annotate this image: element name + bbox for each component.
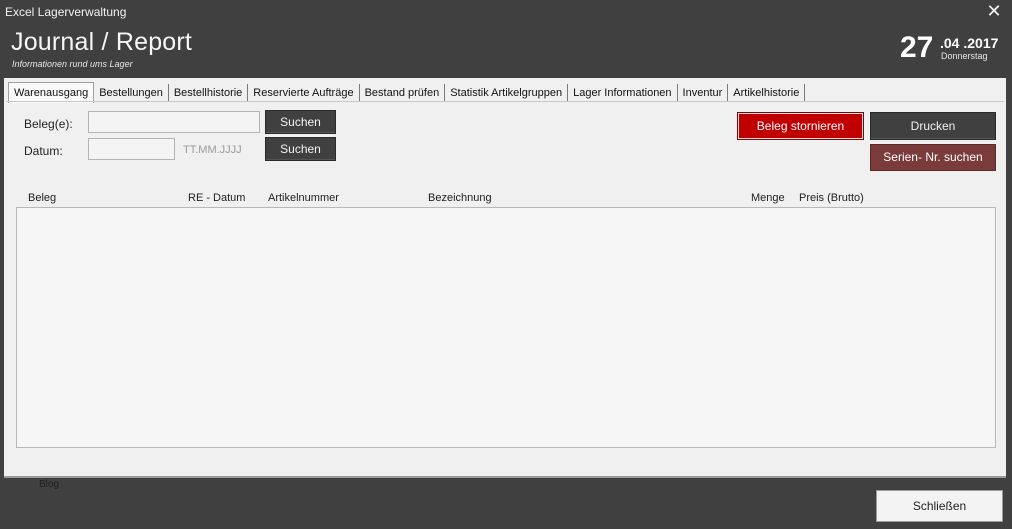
beleg-stornieren-button[interactable]: Beleg stornieren bbox=[737, 112, 864, 140]
column-header-menge: Menge bbox=[751, 192, 785, 204]
title-bar: Excel Lagerverwaltung ✕ bbox=[0, 0, 1012, 26]
tab-bestand-pruefen[interactable]: Bestand prüfen bbox=[359, 84, 446, 102]
beleg-input[interactable] bbox=[88, 111, 260, 133]
beleg-search-button[interactable]: Suchen bbox=[265, 110, 336, 134]
column-header-bezeichnung: Bezeichnung bbox=[428, 192, 492, 204]
column-header-re-datum: RE - Datum bbox=[188, 192, 246, 204]
app-window: Excel Lagerverwaltung ✕ Journal / Report… bbox=[0, 0, 1012, 529]
column-header-beleg: Beleg bbox=[28, 192, 57, 204]
tab-artikelhistorie[interactable]: Artikelhistorie bbox=[728, 84, 806, 102]
serien-nr-suchen-button[interactable]: Serien- Nr. suchen bbox=[870, 144, 996, 171]
column-header-artikelnummer: Artikelnummer bbox=[268, 192, 339, 204]
blog-label: Blog bbox=[39, 479, 60, 490]
results-list[interactable] bbox=[16, 207, 996, 448]
beleg-label: Beleg(e): bbox=[24, 117, 73, 131]
tab-warenausgang[interactable]: Warenausgang bbox=[8, 82, 95, 103]
tab-inventur[interactable]: Inventur bbox=[677, 84, 729, 102]
page-subtitle: Informationen rund ums Lager bbox=[12, 59, 133, 69]
datum-input[interactable] bbox=[88, 138, 175, 160]
tab-bestellungen[interactable]: Bestellungen bbox=[94, 84, 169, 102]
page-title: Journal / Report bbox=[11, 28, 193, 56]
datum-search-button[interactable]: Suchen bbox=[265, 137, 336, 161]
schliessen-button[interactable]: Schließen bbox=[876, 490, 1003, 522]
date-day: 27 bbox=[900, 31, 934, 64]
drucken-button[interactable]: Drucken bbox=[870, 112, 996, 140]
datum-format-hint: TT.MM.JJJJ bbox=[183, 144, 242, 156]
close-icon[interactable]: ✕ bbox=[984, 2, 1004, 22]
tab-reservierte-auftraege[interactable]: Reservierte Aufträge bbox=[248, 84, 360, 102]
tab-strip: Warenausgang Bestellungen Bestellhistori… bbox=[8, 82, 806, 103]
column-header-preis-brutto: Preis (Brutto) bbox=[799, 192, 864, 204]
tab-bestellhistorie[interactable]: Bestellhistorie bbox=[168, 84, 249, 102]
date-month-year: .04 .2017 bbox=[940, 35, 999, 51]
datum-label: Datum: bbox=[24, 144, 63, 158]
window-title: Excel Lagerverwaltung bbox=[5, 5, 127, 19]
tab-lager-informationen[interactable]: Lager Informationen bbox=[568, 84, 678, 102]
date-weekday: Donnerstag bbox=[941, 51, 988, 61]
tab-statistik-artikelgruppen[interactable]: Statistik Artikelgruppen bbox=[445, 84, 569, 102]
